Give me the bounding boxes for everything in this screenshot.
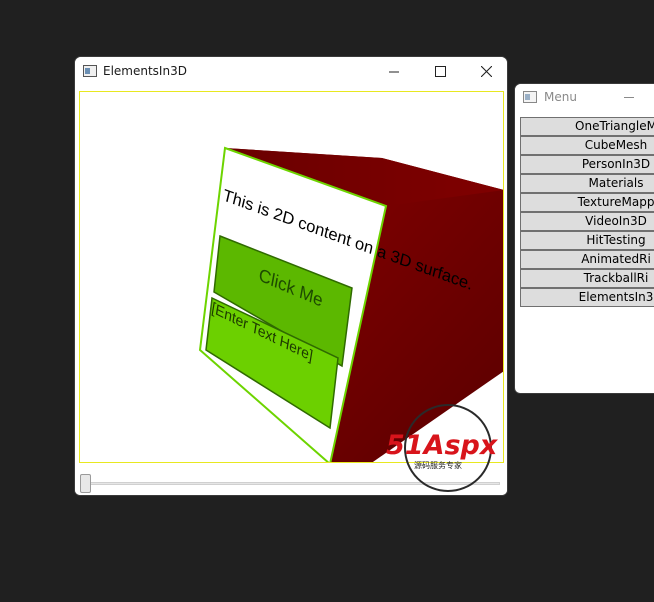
menu-item-texture-mapping[interactable]: TextureMapp bbox=[520, 193, 654, 212]
menu-item-cube-mesh[interactable]: CubeMesh bbox=[520, 136, 654, 155]
menu-app-icon bbox=[523, 91, 537, 103]
menu-window-title: Menu bbox=[544, 90, 577, 104]
menu-minimize-icon[interactable] bbox=[624, 97, 634, 98]
menu-titlebar[interactable]: Menu bbox=[515, 84, 654, 111]
minimize-button[interactable] bbox=[371, 57, 417, 86]
maximize-icon bbox=[434, 66, 446, 77]
maximize-button[interactable] bbox=[417, 57, 463, 86]
menu-item-video-in-3d[interactable]: VideoIn3D bbox=[520, 212, 654, 231]
menu-item-animated-ring[interactable]: AnimatedRi bbox=[520, 250, 654, 269]
minimize-icon bbox=[389, 71, 399, 72]
watermark-graphic: 51Aspx 源码服务专家 bbox=[386, 404, 499, 492]
slider-thumb[interactable] bbox=[80, 474, 91, 493]
close-button[interactable] bbox=[463, 57, 507, 86]
main-titlebar[interactable]: ElementsIn3D bbox=[75, 57, 507, 86]
menu-item-hit-testing[interactable]: HitTesting bbox=[520, 231, 654, 250]
menu-item-person-in-3d[interactable]: PersonIn3D bbox=[520, 155, 654, 174]
watermark-brand: 51Aspx bbox=[386, 430, 499, 461]
window-title: ElementsIn3D bbox=[103, 64, 187, 78]
watermark-tagline: 源码服务专家 bbox=[414, 460, 462, 470]
menu-window: Menu OneTriangleM CubeMesh PersonIn3D Ma… bbox=[514, 83, 654, 394]
menu-item-one-triangle-mesh[interactable]: OneTriangleM bbox=[520, 117, 654, 136]
menu-item-materials[interactable]: Materials bbox=[520, 174, 654, 193]
app-icon bbox=[83, 65, 97, 77]
watermark-logo: 51Aspx 源码服务专家 bbox=[386, 402, 512, 494]
close-icon bbox=[480, 66, 492, 77]
menu-item-trackball-ring[interactable]: TrackballRi bbox=[520, 269, 654, 288]
menu-list: OneTriangleM CubeMesh PersonIn3D Materia… bbox=[520, 117, 654, 307]
menu-item-elements-in-3d[interactable]: ElementsIn3 bbox=[520, 288, 654, 307]
